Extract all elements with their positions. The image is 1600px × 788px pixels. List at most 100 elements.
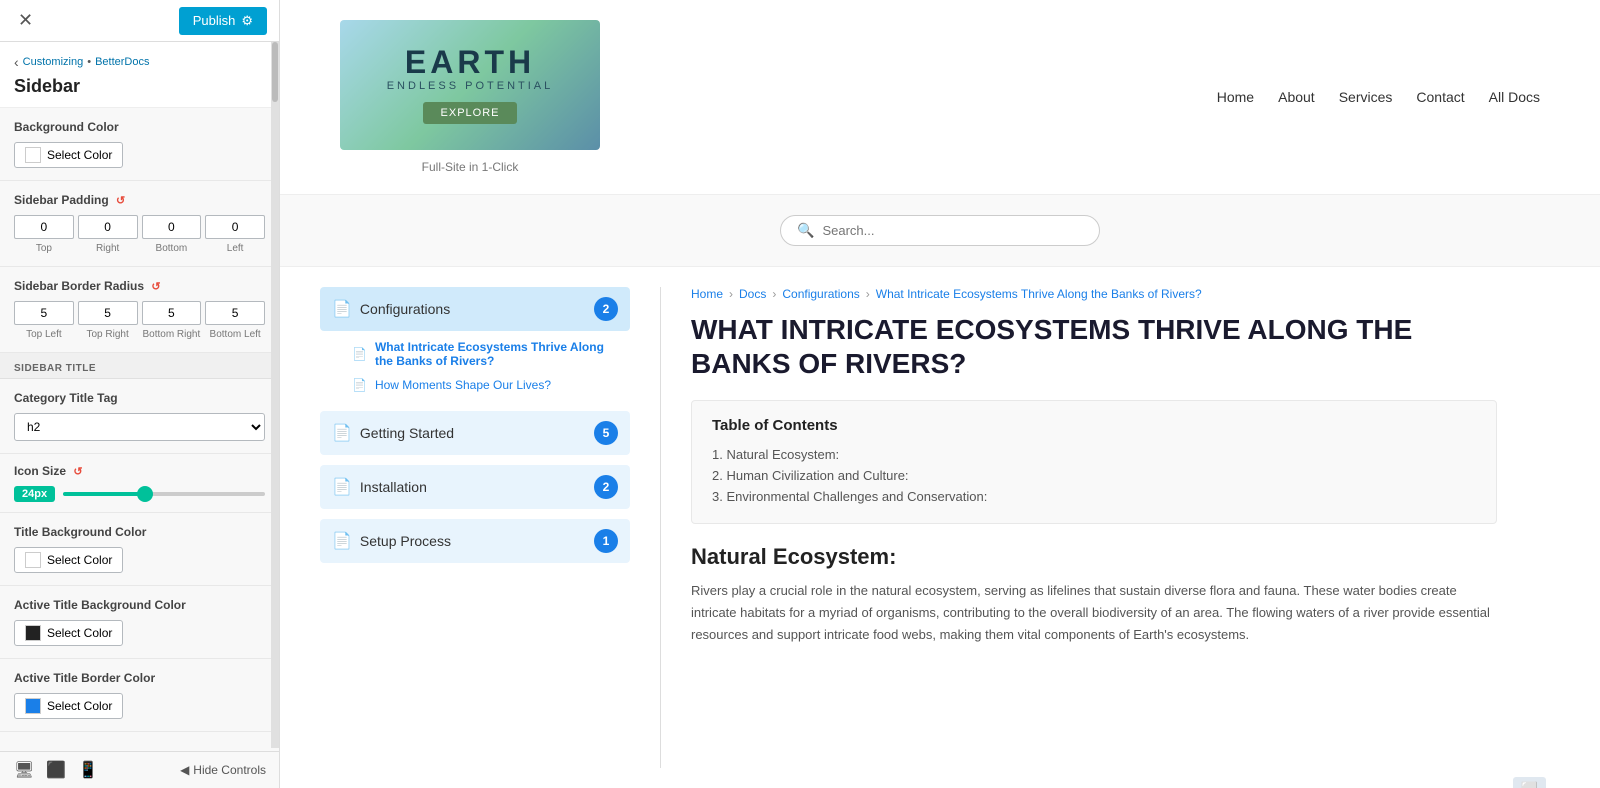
breadcrumb-current[interactable]: What Intricate Ecosystems Thrive Along t… — [876, 287, 1202, 301]
preview-area: ✏ EARTH ENDLESS POTENTIAL EXPLORE Full-S… — [280, 0, 1600, 788]
device-icons: 🖥 ⬛ 📱 — [14, 760, 98, 780]
padding-left-input[interactable] — [205, 215, 265, 239]
setup-process-icon: 📄 — [332, 531, 352, 551]
category-title-tag-select[interactable]: h1 h2 h3 h4 h5 h6 — [14, 413, 265, 441]
article-title: WHAT INTRICATE ECOSYSTEMS THRIVE ALONG T… — [691, 313, 1497, 380]
active-select-color-label: Select Color — [47, 626, 112, 640]
active-title-border-color-section: Active Title Border Color Select Color — [0, 659, 279, 732]
configurations-count: 2 — [594, 297, 618, 321]
icon-size-slider[interactable] — [63, 492, 265, 496]
left-label: Left — [205, 243, 265, 254]
doc-item-moments[interactable]: 📄 How Moments Shape Our Lives? — [344, 373, 630, 397]
getting-started-category-header[interactable]: 📄 Getting Started 5 — [320, 411, 630, 455]
border-select-color-label: Select Color — [47, 699, 112, 713]
breadcrumb: ‹ Customizing • BetterDocs — [14, 52, 265, 72]
hero-banner: EARTH ENDLESS POTENTIAL EXPLORE — [340, 20, 600, 150]
article-breadcrumbs: Home › Docs › Configurations › What Intr… — [691, 287, 1497, 301]
publish-label: Publish — [193, 13, 236, 28]
customizing-link[interactable]: Customizing — [23, 56, 84, 68]
breadcrumb-configurations[interactable]: Configurations — [782, 287, 859, 301]
doc-item-ecosystems-label: What Intricate Ecosystems Thrive Along t… — [375, 340, 622, 368]
getting-started-label: Getting Started — [360, 425, 454, 441]
bottom-bar: 🖥 ⬛ 📱 ◀ Hide Controls — [0, 751, 280, 788]
breadcrumb-docs[interactable]: Docs — [739, 287, 766, 301]
doc-item-icon-2: 📄 — [352, 378, 367, 392]
active-title-bg-color-section: Active Title Background Color Select Col… — [0, 586, 279, 659]
setup-process-count: 1 — [594, 529, 618, 553]
content-area: 📄 Configurations 2 📄 What Intricate Ecos… — [280, 267, 1600, 788]
nav-services[interactable]: Services — [1339, 89, 1393, 105]
nav-all-docs[interactable]: All Docs — [1489, 89, 1540, 105]
mobile-icon[interactable]: 📱 — [78, 760, 98, 780]
search-section: 🔍 — [280, 195, 1600, 267]
publish-button[interactable]: Publish ⚙ — [179, 7, 267, 35]
border-tl-input[interactable] — [14, 301, 74, 325]
sidebar-padding-section: Sidebar Padding ↺ Top Right Bottom Left — [0, 181, 279, 267]
doc-sidebar: 📄 Configurations 2 📄 What Intricate Ecos… — [320, 287, 630, 768]
installation-label: Installation — [360, 479, 427, 495]
configurations-icon: 📄 — [332, 299, 352, 319]
title-bg-color-label: Title Background Color — [14, 525, 265, 539]
hero-title: EARTH — [405, 46, 535, 78]
title-color-swatch — [25, 552, 41, 568]
collapse-button[interactable]: ⬜ — [1513, 777, 1546, 788]
configurations-category-header[interactable]: 📄 Configurations 2 — [320, 287, 630, 331]
panel-title: Sidebar — [14, 72, 265, 103]
close-button[interactable]: ✕ — [12, 8, 39, 33]
padding-bottom-input[interactable] — [142, 215, 202, 239]
category-title-tag-section: Category Title Tag h1 h2 h3 h4 h5 h6 — [0, 379, 279, 454]
active-color-swatch — [25, 625, 41, 641]
background-color-button[interactable]: Select Color — [14, 142, 123, 168]
sidebar-border-radius-section: Sidebar Border Radius ↺ Top Left Top Rig… — [0, 267, 279, 353]
padding-right-input[interactable] — [78, 215, 138, 239]
padding-reset-icon[interactable]: ↺ — [116, 195, 125, 207]
search-icon: 🔍 — [797, 222, 814, 239]
doc-category-installation: 📄 Installation 2 — [320, 465, 630, 509]
doc-item-icon: 📄 — [352, 347, 367, 361]
divider — [660, 287, 661, 768]
doc-category-setup-process: 📄 Setup Process 1 — [320, 519, 630, 563]
tablet-icon[interactable]: ⬛ — [46, 760, 66, 780]
br-label: Bottom Right — [142, 329, 202, 340]
top-label: Top — [14, 243, 74, 254]
setup-process-category-header[interactable]: 📄 Setup Process 1 — [320, 519, 630, 563]
breadcrumb-home[interactable]: Home — [691, 287, 723, 301]
nav-home[interactable]: Home — [1217, 89, 1254, 105]
hero-explore-button[interactable]: EXPLORE — [423, 102, 518, 124]
doc-item-ecosystems[interactable]: 📄 What Intricate Ecosystems Thrive Along… — [344, 335, 630, 373]
bottom-label: Bottom — [142, 243, 202, 254]
icon-size-reset-icon[interactable]: ↺ — [73, 466, 82, 478]
scrollbar[interactable] — [271, 42, 279, 748]
border-radius-label: Sidebar Border Radius ↺ — [14, 279, 265, 293]
desktop-icon[interactable]: 🖥 — [14, 760, 34, 780]
nav-about[interactable]: About — [1278, 89, 1315, 105]
title-select-color-label: Select Color — [47, 553, 112, 567]
border-br-input[interactable] — [142, 301, 202, 325]
toc-item-3[interactable]: 3. Environmental Challenges and Conserva… — [712, 486, 1476, 507]
section-link[interactable]: BetterDocs — [95, 56, 149, 68]
title-bg-color-button[interactable]: Select Color — [14, 547, 123, 573]
back-button[interactable]: ‹ — [14, 52, 19, 72]
nav-contact[interactable]: Contact — [1416, 89, 1464, 105]
border-radius-reset-icon[interactable]: ↺ — [151, 281, 160, 293]
installation-category-header[interactable]: 📄 Installation 2 — [320, 465, 630, 509]
search-input[interactable] — [822, 223, 1083, 238]
border-bl-input[interactable] — [205, 301, 265, 325]
installation-count: 2 — [594, 475, 618, 499]
toc-item-1[interactable]: 1. Natural Ecosystem: — [712, 444, 1476, 465]
border-tr-input[interactable] — [78, 301, 138, 325]
site-header: ✏ EARTH ENDLESS POTENTIAL EXPLORE Full-S… — [280, 0, 1600, 195]
installation-title: 📄 Installation — [332, 477, 427, 497]
hide-controls-button[interactable]: ◀ Hide Controls — [180, 763, 266, 777]
site-nav: Home About Services Contact All Docs — [1217, 89, 1540, 105]
setup-process-title: 📄 Setup Process — [332, 531, 451, 551]
preview-panel: ✏ EARTH ENDLESS POTENTIAL EXPLORE Full-S… — [280, 0, 1600, 788]
toc-item-2[interactable]: 2. Human Civilization and Culture: — [712, 465, 1476, 486]
active-title-border-color-button[interactable]: Select Color — [14, 693, 123, 719]
table-of-contents: Table of Contents 1. Natural Ecosystem: … — [691, 400, 1497, 524]
section1-text: Rivers play a crucial role in the natura… — [691, 580, 1497, 646]
padding-inputs — [14, 215, 265, 239]
padding-top-input[interactable] — [14, 215, 74, 239]
active-title-bg-color-button[interactable]: Select Color — [14, 620, 123, 646]
right-label: Right — [78, 243, 138, 254]
